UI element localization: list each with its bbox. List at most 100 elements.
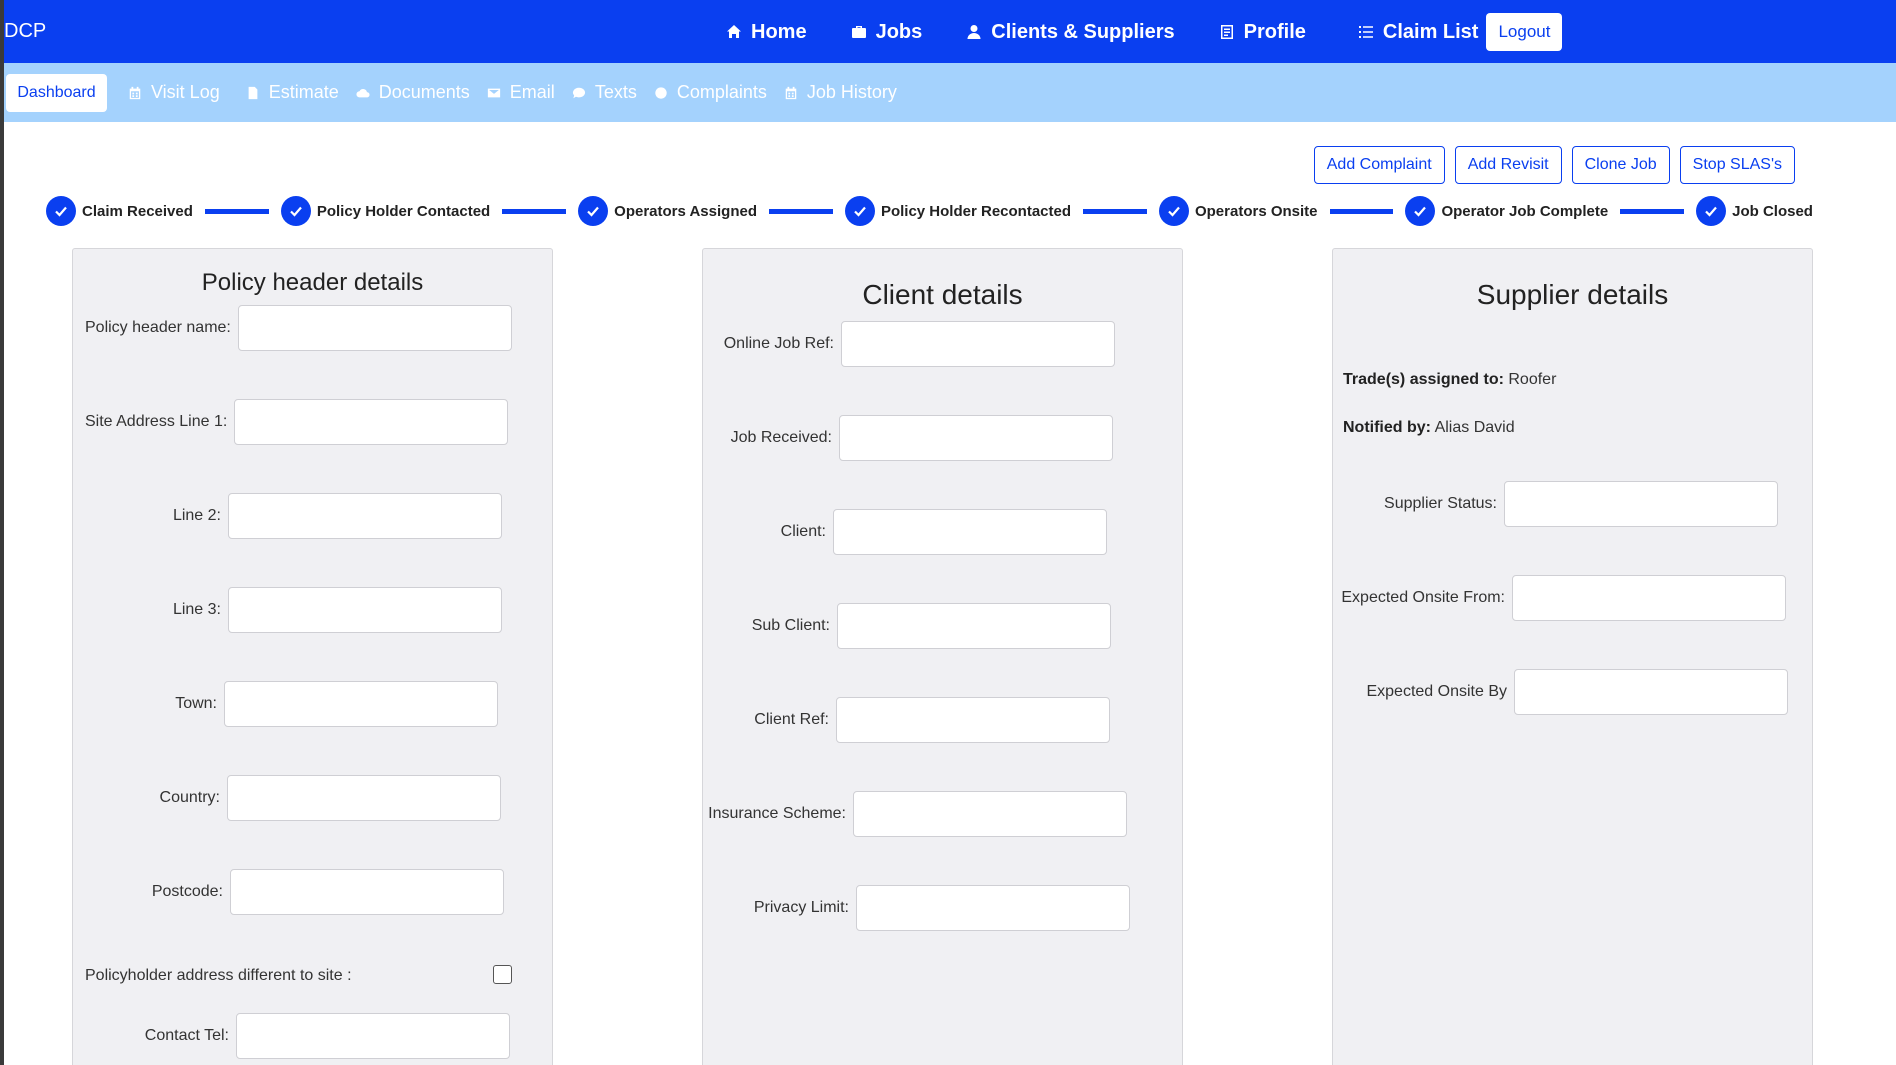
- expected-onsite-by-field: Expected Onsite By: [1366, 669, 1788, 715]
- check-icon: [1405, 196, 1436, 226]
- check-icon: [46, 196, 76, 226]
- check-icon: [280, 196, 311, 226]
- job-actions: Add Complaint Add Revisit Clone Job Stop…: [1304, 146, 1795, 184]
- contact-tel-input[interactable]: [236, 1013, 510, 1059]
- tab-job-history[interactable]: Job History: [784, 82, 897, 103]
- tab-dashboard[interactable]: Dashboard: [6, 73, 107, 112]
- chat-icon: [572, 87, 585, 98]
- notified-label: Notified by:: [1343, 419, 1431, 436]
- calendar-icon: [785, 86, 797, 99]
- client-field: Client:: [781, 509, 1107, 555]
- step-claim-received: Claim Received: [46, 196, 193, 226]
- tab-texts-label: Texts: [594, 82, 637, 102]
- field-label: Postcode:: [151, 883, 223, 900]
- town-input[interactable]: [224, 681, 498, 727]
- town-field: Town:: [175, 681, 498, 727]
- nav-profile[interactable]: Profile: [1219, 21, 1306, 44]
- list-icon: [1358, 26, 1373, 38]
- window-edge: [0, 0, 4, 1065]
- claim-progress-stepper: Claim Received Policy Holder Contacted O…: [46, 195, 1813, 227]
- expected-onsite-by-input[interactable]: [1514, 669, 1788, 715]
- user-icon: [967, 25, 981, 39]
- line2-input[interactable]: [228, 493, 502, 539]
- tab-estimate[interactable]: Estimate: [246, 82, 339, 103]
- field-label: Site Address Line 1:: [85, 413, 228, 430]
- cloud-icon: [356, 88, 370, 97]
- supplier-status-input[interactable]: [1504, 481, 1778, 527]
- brand-logo[interactable]: DCP: [4, 20, 46, 43]
- nav-jobs-label: Jobs: [875, 20, 923, 43]
- line2-field: Line 2:: [173, 493, 502, 539]
- country-input[interactable]: [227, 775, 501, 821]
- nav-clients-suppliers[interactable]: Clients & Suppliers: [966, 21, 1175, 44]
- client-ref-input[interactable]: [836, 697, 1110, 743]
- field-label: Expected Onsite From:: [1341, 589, 1505, 606]
- nav-claim-list[interactable]: Claim List: [1358, 20, 1479, 44]
- field-label: Policy header name:: [85, 319, 231, 336]
- step-label: Policy Holder Recontacted: [880, 202, 1072, 220]
- field-label: Line 2:: [172, 507, 221, 524]
- notified-value: Alias David: [1434, 419, 1515, 436]
- field-label: Client:: [780, 523, 826, 540]
- insurance-scheme-input[interactable]: [853, 791, 1127, 837]
- step-policy-holder-recontacted: Policy Holder Recontacted: [844, 196, 1072, 226]
- expected-onsite-from-field: Expected Onsite From:: [1341, 575, 1786, 621]
- calendar-icon: [129, 86, 141, 99]
- privacy-limit-input[interactable]: [856, 885, 1130, 931]
- step-operators-assigned: Operators Assigned: [578, 196, 757, 226]
- step-connector: [204, 208, 269, 214]
- trades-assigned: Trade(s) assigned to: Roofer: [1343, 371, 1556, 389]
- step-connector: [1083, 208, 1147, 214]
- step-connector: [502, 208, 567, 214]
- supplier-status-field: Supplier Status:: [1384, 481, 1778, 527]
- home-icon: [727, 25, 741, 38]
- panel-title: Client details: [862, 279, 1023, 310]
- step-label: Operator Job Complete: [1441, 202, 1609, 220]
- nav-home[interactable]: Home: [726, 21, 807, 44]
- privacy-limit-field: Privacy Limit:: [754, 885, 1130, 931]
- check-icon: [1158, 196, 1189, 226]
- tab-texts[interactable]: Texts: [572, 82, 637, 103]
- policy-header-name-field: Policy header name:: [85, 305, 512, 351]
- nav-claim-list-label: Claim List: [1382, 20, 1479, 43]
- add-revisit-button[interactable]: Add Revisit: [1454, 146, 1562, 184]
- field-label: Expected Onsite By: [1366, 683, 1507, 700]
- sub-client-input[interactable]: [837, 603, 1111, 649]
- online-job-ref-input[interactable]: [841, 321, 1115, 367]
- field-label: Sub Client:: [751, 617, 830, 634]
- nav-jobs[interactable]: Jobs: [851, 20, 923, 44]
- tab-job-history-label: Job History: [806, 82, 897, 102]
- trades-value: Roofer: [1508, 371, 1557, 388]
- site-address-line1-input[interactable]: [234, 399, 509, 445]
- field-label: Client Ref:: [754, 711, 829, 728]
- country-field: Country:: [160, 775, 501, 821]
- postcode-input[interactable]: [230, 869, 504, 915]
- field-label: Country:: [159, 789, 220, 806]
- tab-complaints[interactable]: Complaints: [654, 82, 767, 103]
- policy-header-name-input[interactable]: [237, 305, 512, 351]
- stop-slas-button[interactable]: Stop SLAS's: [1679, 146, 1795, 184]
- tab-email[interactable]: Email: [487, 82, 555, 103]
- client-details-panel: Client details Online Job Ref: Job Recei…: [702, 248, 1183, 1065]
- client-ref-field: Client Ref:: [754, 697, 1110, 743]
- nav-profile-label: Profile: [1243, 20, 1306, 43]
- clone-job-button[interactable]: Clone Job: [1571, 146, 1670, 184]
- nav-home-label: Home: [751, 20, 807, 43]
- step-connector: [1620, 208, 1685, 214]
- policyholder-address-checkbox[interactable]: [493, 965, 512, 984]
- tab-visit-log[interactable]: Visit Log: [128, 82, 220, 103]
- job-received-input[interactable]: [839, 415, 1113, 461]
- add-complaint-button[interactable]: Add Complaint: [1313, 146, 1445, 184]
- tab-estimate-label: Estimate: [268, 82, 339, 102]
- field-label: Contact Tel:: [144, 1027, 229, 1044]
- briefcase-icon: [851, 26, 866, 38]
- line3-input[interactable]: [228, 587, 502, 633]
- logout-button[interactable]: Logout: [1486, 13, 1563, 51]
- envelope-icon: [487, 88, 500, 97]
- field-label: Line 3:: [172, 601, 221, 618]
- top-nav-menu: Home Jobs Clients & Suppliers Profile Cl…: [726, 13, 1563, 51]
- client-input[interactable]: [833, 509, 1107, 555]
- panel-title: Supplier details: [1476, 279, 1669, 310]
- tab-documents[interactable]: Documents: [356, 82, 470, 103]
- expected-onsite-from-input[interactable]: [1512, 575, 1786, 621]
